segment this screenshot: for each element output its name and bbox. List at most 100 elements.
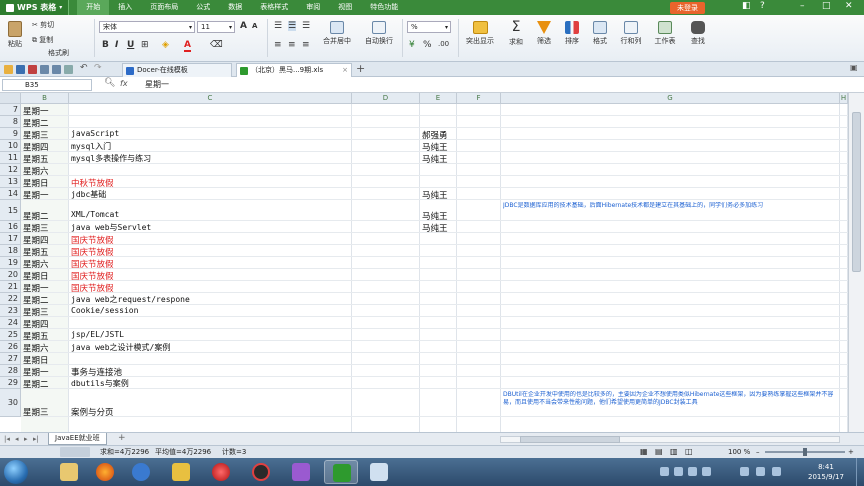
macro-icon[interactable] bbox=[60, 447, 90, 457]
taskbar-editor[interactable] bbox=[284, 460, 318, 484]
borders-icon[interactable]: ⊞ bbox=[141, 40, 149, 50]
currency-icon[interactable]: ¥ bbox=[409, 40, 415, 50]
column-header-h[interactable]: H bbox=[840, 93, 848, 104]
cell-weekday[interactable]: 星期二 bbox=[23, 210, 69, 222]
show-desktop-button[interactable] bbox=[856, 458, 864, 486]
flag-icon[interactable] bbox=[772, 467, 781, 476]
print-icon[interactable] bbox=[40, 65, 49, 74]
menu-5[interactable]: 数据 bbox=[219, 0, 251, 15]
row-header[interactable]: 25 bbox=[0, 329, 21, 341]
cell-reference-box[interactable]: B35 bbox=[2, 79, 92, 91]
font-name-select[interactable]: 宋体 ▾ bbox=[99, 21, 195, 33]
cell-weekday[interactable]: 星期六 bbox=[23, 258, 69, 270]
cell-topic[interactable]: 国庆节放假 bbox=[71, 234, 351, 246]
align-center-icon[interactable]: ≡ bbox=[288, 40, 296, 50]
cell-topic[interactable]: XML/Tomcat bbox=[71, 210, 351, 219]
cell-note[interactable]: JDBC是数据库应用的技术基础，后面Hibernate技术都是建立在其基础上的，… bbox=[503, 202, 838, 210]
open-folder-icon[interactable] bbox=[4, 65, 13, 74]
paste-button[interactable]: 粘贴 bbox=[6, 21, 24, 49]
save-icon[interactable] bbox=[16, 65, 25, 74]
row-header[interactable]: 17 bbox=[0, 233, 21, 245]
wps-app-menu-button[interactable]: WPS 表格 ▾ bbox=[0, 0, 70, 15]
cell-topic[interactable]: 中秋节放假 bbox=[71, 177, 351, 189]
login-button[interactable]: 未登录 bbox=[670, 2, 705, 14]
cell-weekday[interactable]: 星期日 bbox=[23, 270, 69, 282]
prev-sheet-icon[interactable]: ◂ bbox=[15, 435, 19, 443]
row-header[interactable]: 23 bbox=[0, 305, 21, 317]
cell-weekday[interactable]: 星期四 bbox=[23, 141, 69, 153]
cell-weekday[interactable]: 星期五 bbox=[23, 153, 69, 165]
menu-2[interactable]: 插入 bbox=[109, 0, 141, 15]
taskbar-explorer[interactable] bbox=[52, 460, 86, 484]
cell-weekday[interactable]: 星期二 bbox=[23, 378, 69, 390]
export-pdf-icon[interactable] bbox=[28, 65, 37, 74]
column-header-c[interactable]: C bbox=[69, 93, 352, 104]
row-header[interactable]: 19 bbox=[0, 257, 21, 269]
underline-button[interactable]: U bbox=[127, 40, 134, 50]
zoom-icon[interactable]: 🔍︎ bbox=[104, 78, 115, 88]
cell-weekday[interactable]: 星期二 bbox=[23, 117, 69, 129]
add-sheet-icon[interactable]: + bbox=[118, 433, 126, 443]
merge-center-button[interactable]: 合并居中 bbox=[320, 21, 354, 46]
cell-topic[interactable]: 国庆节放假 bbox=[71, 270, 351, 282]
decrease-font-icon[interactable]: A bbox=[252, 22, 257, 30]
row-header[interactable]: 21 bbox=[0, 281, 21, 293]
cell-weekday[interactable]: 星期三 bbox=[23, 306, 69, 318]
cell-topic[interactable]: jsp/EL/JSTL bbox=[71, 330, 351, 339]
taskbar-paint[interactable] bbox=[362, 460, 396, 484]
reading-mode-icon[interactable]: ◫ bbox=[685, 446, 693, 458]
volume-icon[interactable] bbox=[756, 467, 765, 476]
bold-button[interactable]: B bbox=[102, 40, 109, 50]
sort-button[interactable]: 排序 bbox=[560, 21, 584, 46]
copy-button[interactable]: ⧉ 复制 bbox=[32, 35, 53, 45]
italic-button[interactable]: I bbox=[115, 40, 118, 50]
page-layout-icon[interactable]: ▤ bbox=[655, 446, 663, 458]
print-preview-icon[interactable] bbox=[52, 65, 61, 74]
cell-weekday[interactable]: 星期二 bbox=[23, 294, 69, 306]
cell-teacher[interactable]: 马纯王 bbox=[422, 153, 456, 165]
spellcheck-icon[interactable] bbox=[64, 65, 73, 74]
formula-input[interactable]: 星期一 bbox=[145, 79, 169, 90]
row-header[interactable]: 12 bbox=[0, 164, 21, 176]
increase-font-icon[interactable]: A bbox=[240, 21, 247, 31]
row-header[interactable]: 30 bbox=[0, 389, 21, 417]
cell-weekday[interactable]: 星期五 bbox=[23, 246, 69, 258]
taskbar-camtasia[interactable] bbox=[164, 460, 198, 484]
column-header-b[interactable]: B bbox=[21, 93, 69, 104]
row-header[interactable]: 8 bbox=[0, 116, 21, 128]
next-sheet-icon[interactable]: ▸ bbox=[24, 435, 28, 443]
row-header[interactable]: 22 bbox=[0, 293, 21, 305]
cell-topic[interactable]: mysql入门 bbox=[71, 141, 351, 152]
row-header[interactable]: 29 bbox=[0, 377, 21, 389]
zoom-out-icon[interactable]: – bbox=[756, 446, 760, 458]
format-painter-button[interactable]: 格式刷 bbox=[48, 48, 69, 58]
cell-weekday[interactable]: 星期四 bbox=[23, 234, 69, 246]
row-header[interactable]: 10 bbox=[0, 140, 21, 152]
redo-icon[interactable]: ↷ bbox=[94, 63, 102, 73]
close-tab-icon[interactable]: × bbox=[342, 64, 348, 77]
number-format-select[interactable]: % ▾ bbox=[407, 21, 451, 33]
taskbar-wps-spreadsheet[interactable] bbox=[324, 460, 358, 484]
cell-topic[interactable]: 国庆节放假 bbox=[71, 282, 351, 294]
row-header[interactable]: 16 bbox=[0, 221, 21, 233]
menu-4[interactable]: 公式 bbox=[187, 0, 219, 15]
sheet-tab-javaee[interactable]: JavaEE就业班 bbox=[48, 433, 107, 445]
cell-topic[interactable]: dbutils与案例 bbox=[71, 378, 351, 389]
cut-button[interactable]: ✂ 剪切 bbox=[32, 20, 54, 30]
page-break-icon[interactable]: ▥ bbox=[670, 446, 678, 458]
cell-topic[interactable]: jdbc基础 bbox=[71, 189, 351, 200]
horizontal-scroll-thumb[interactable] bbox=[520, 436, 620, 443]
close-icon[interactable]: ✕ bbox=[845, 1, 853, 11]
row-header[interactable]: 15 bbox=[0, 200, 21, 221]
row-header[interactable]: 27 bbox=[0, 353, 21, 365]
menu-3[interactable]: 页面布局 bbox=[141, 0, 187, 15]
font-size-select[interactable]: 11 ▾ bbox=[197, 21, 235, 33]
font-color-icon[interactable]: A bbox=[184, 40, 191, 52]
cell-topic[interactable]: 事务与连接池 bbox=[71, 366, 351, 378]
align-top-icon[interactable]: ☰ bbox=[274, 21, 282, 31]
start-button[interactable] bbox=[4, 460, 28, 484]
row-col-button[interactable]: 行和列 bbox=[616, 21, 646, 46]
first-sheet-icon[interactable]: |◂ bbox=[4, 435, 10, 443]
tab-docer-templates[interactable]: Docer-在线模板 bbox=[122, 63, 232, 77]
clear-format-icon[interactable]: ⌫ bbox=[210, 40, 223, 50]
